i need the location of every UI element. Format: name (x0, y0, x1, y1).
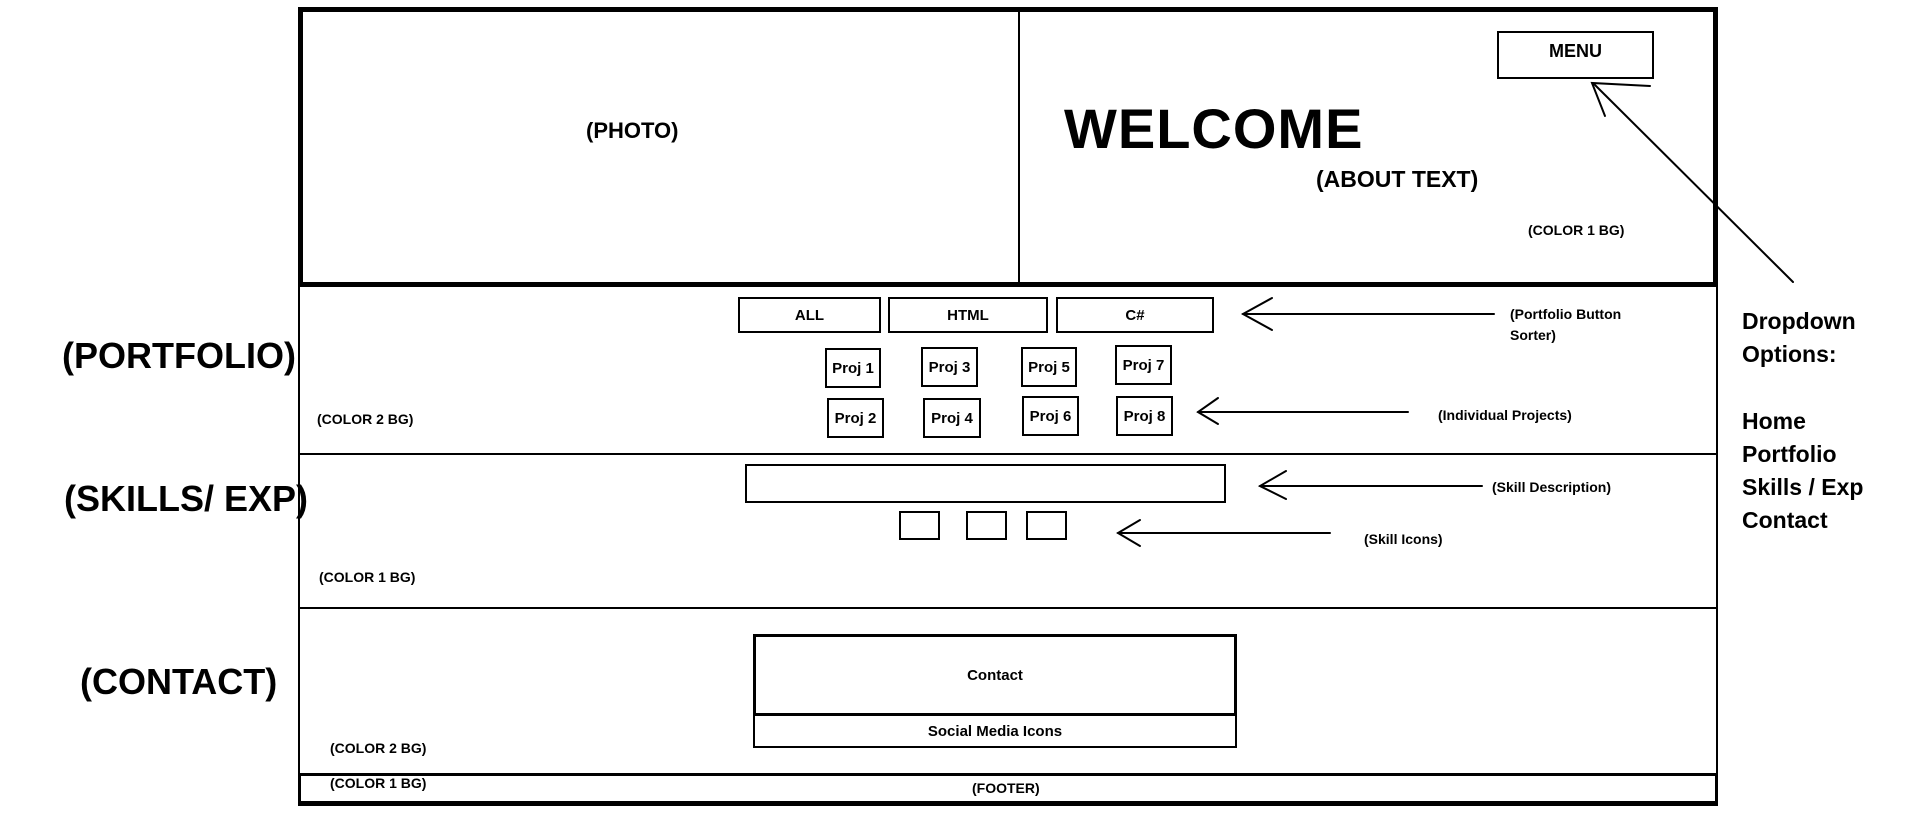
menu-button-label: MENU (1549, 40, 1602, 61)
project-card-2[interactable]: Proj 2 (827, 398, 884, 438)
dropdown-option-contact: Contact (1742, 507, 1828, 533)
skill-icon[interactable] (1026, 511, 1067, 540)
sorter-annotation-line1: (Portfolio Button (1510, 306, 1622, 322)
contact-bg-note: (COLOR 2 BG) (330, 740, 427, 756)
photo-placeholder: (PHOTO) (586, 118, 679, 143)
dropdown-option-home: Home (1742, 408, 1806, 434)
skill-description-annotation: (Skill Description) (1492, 479, 1612, 495)
project-card-label: Proj 6 (1029, 407, 1072, 425)
project-card-8[interactable]: Proj 8 (1116, 396, 1173, 436)
filter-button-csharp[interactable]: C# (1056, 297, 1214, 333)
footer-bg-note: (COLOR 1 BG) (330, 775, 427, 791)
social-media-icons-bar[interactable]: Social Media Icons (753, 714, 1237, 748)
project-card-3[interactable]: Proj 3 (921, 347, 978, 387)
menu-button[interactable]: MENU (1497, 31, 1654, 79)
project-card-label: Proj 1 (832, 359, 874, 377)
welcome-title: WELCOME (1064, 97, 1364, 160)
filter-button-label: ALL (794, 306, 825, 324)
project-card-label: Proj 7 (1122, 356, 1165, 374)
dropdown-option-portfolio: Portfolio (1742, 441, 1837, 467)
footer-label: (FOOTER) (972, 780, 1040, 796)
skill-icon[interactable] (899, 511, 940, 540)
skills-bg-note: (COLOR 1 BG) (319, 569, 416, 585)
skill-icons-annotation: (Skill Icons) (1364, 531, 1443, 547)
project-card-label: Proj 5 (1028, 358, 1070, 376)
skill-description-box (745, 464, 1226, 503)
header-divider (1018, 10, 1020, 284)
contact-section-label: (CONTACT) (80, 661, 278, 702)
project-card-7[interactable]: Proj 7 (1115, 345, 1172, 385)
sorter-annotation-line2: Sorter) (1510, 327, 1556, 343)
project-card-4[interactable]: Proj 4 (923, 398, 981, 438)
filter-button-html[interactable]: HTML (888, 297, 1048, 333)
filter-button-all[interactable]: ALL (738, 297, 881, 333)
filter-button-label: HTML (947, 306, 989, 324)
project-card-6[interactable]: Proj 6 (1022, 396, 1079, 436)
projects-annotation: (Individual Projects) (1438, 407, 1572, 423)
portfolio-bg-note: (COLOR 2 BG) (317, 411, 414, 427)
project-card-label: Proj 3 (928, 358, 971, 376)
dropdown-title-line1: Dropdown (1742, 308, 1856, 334)
page-bottom-border (298, 801, 1718, 806)
project-card-label: Proj 8 (1123, 407, 1166, 425)
portfolio-section-label: (PORTFOLIO) (62, 335, 296, 376)
contact-form-label: Contact (967, 666, 1023, 684)
filter-button-label: C# (1125, 306, 1145, 324)
skills-section-label: (SKILLS/ EXP) (64, 478, 309, 519)
header-bg-note: (COLOR 1 BG) (1528, 222, 1625, 238)
project-card-1[interactable]: Proj 1 (825, 348, 881, 388)
social-media-label: Social Media Icons (927, 722, 1063, 740)
project-card-label: Proj 2 (834, 409, 877, 427)
dropdown-option-skills: Skills / Exp (1742, 474, 1864, 500)
project-card-5[interactable]: Proj 5 (1021, 347, 1077, 387)
contact-form-box[interactable]: Contact (753, 634, 1237, 716)
project-card-label: Proj 4 (931, 409, 973, 427)
about-text: (ABOUT TEXT) (1316, 166, 1479, 192)
dropdown-title-line2: Options: (1742, 341, 1837, 367)
skill-icon[interactable] (966, 511, 1007, 540)
